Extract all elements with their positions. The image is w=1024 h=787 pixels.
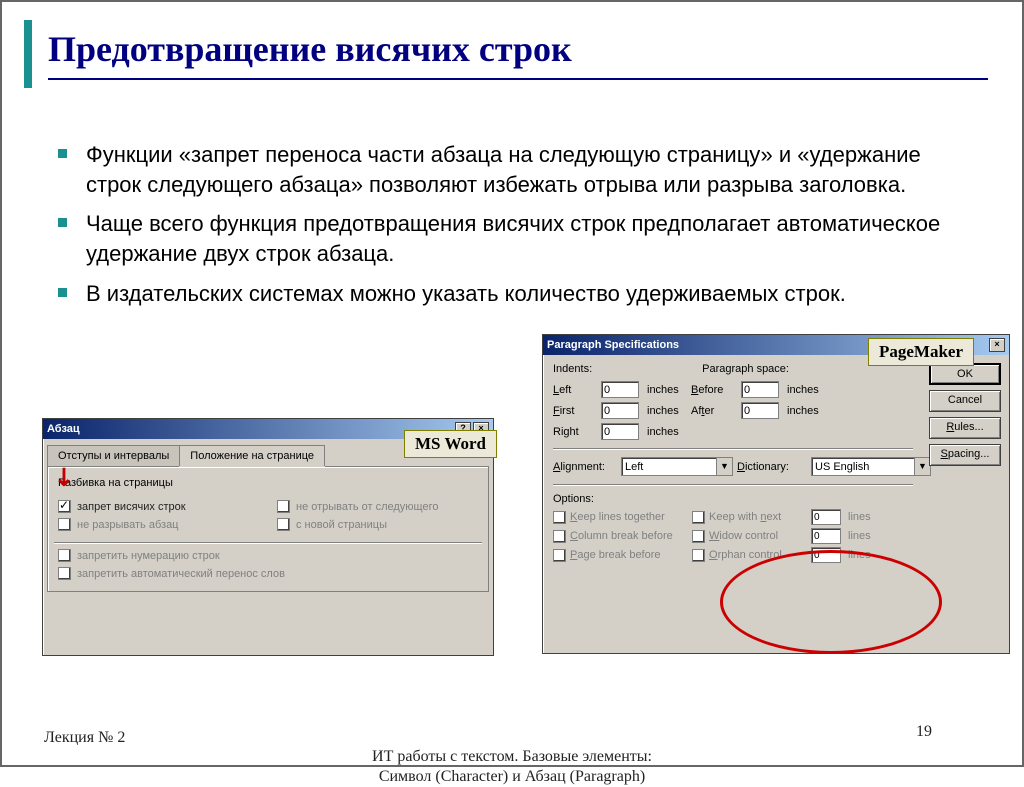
label-before: Before bbox=[691, 384, 741, 396]
checkbox-widow-control[interactable] bbox=[58, 500, 71, 513]
label-keep-lines-together: Keep lines together bbox=[570, 511, 690, 523]
input-first[interactable] bbox=[601, 402, 639, 419]
label-page-break-before: Page break before bbox=[570, 549, 690, 561]
footer-page-number: 19 bbox=[916, 723, 932, 741]
chevron-down-icon: ▼ bbox=[914, 458, 930, 475]
checkbox-no-hyphenation[interactable] bbox=[58, 567, 71, 580]
input-widow[interactable] bbox=[811, 528, 841, 544]
dialog-title: Paragraph Specifications bbox=[547, 339, 679, 351]
slide-title: Предотвращение висячих строк bbox=[48, 28, 572, 70]
divider bbox=[553, 484, 913, 485]
spacing-button[interactable]: Spacing... bbox=[929, 444, 1001, 466]
bullet-item: Чаще всего функция предотвращения висячи… bbox=[58, 209, 978, 268]
label-indents: Indents: bbox=[553, 363, 592, 375]
footer-left: Лекция № 2 bbox=[44, 729, 125, 747]
unit-inches: inches bbox=[787, 405, 831, 417]
tab-page-position[interactable]: Положение на странице bbox=[179, 445, 325, 466]
label-alignment: Alignment: bbox=[553, 461, 617, 473]
label-right: Right bbox=[553, 426, 601, 438]
input-before[interactable] bbox=[741, 381, 779, 398]
title-rule bbox=[48, 78, 988, 80]
label-widow-control: Widow control bbox=[709, 530, 809, 542]
label-options: Options: bbox=[553, 493, 913, 505]
label-first: First bbox=[553, 405, 601, 417]
footer-center: ИТ работы с текстом. Базовые элементы: С… bbox=[2, 747, 1022, 787]
rules-button[interactable]: Rules... bbox=[929, 417, 1001, 439]
unit-lines: lines bbox=[848, 530, 878, 542]
label-no-hyphenation: запретить автоматический перенос слов bbox=[77, 568, 285, 580]
checkbox-keep-lines-together[interactable] bbox=[553, 511, 566, 524]
unit-lines: lines bbox=[848, 511, 878, 523]
label-keep-together: не разрывать абзац bbox=[77, 519, 179, 531]
label-keep-with-next: не отрывать от следующего bbox=[296, 501, 438, 513]
bullet-item: В издательских системах можно указать ко… bbox=[58, 279, 978, 309]
label-keep-with-next: Keep with next bbox=[709, 511, 809, 523]
checkbox-keep-with-next[interactable] bbox=[277, 500, 290, 513]
combo-dictionary-value: US English bbox=[815, 461, 869, 473]
unit-inches: inches bbox=[647, 405, 691, 417]
combo-alignment[interactable]: Left ▼ bbox=[621, 457, 733, 476]
ok-button[interactable]: OK bbox=[929, 363, 1001, 385]
cancel-button[interactable]: Cancel bbox=[929, 390, 1001, 412]
label-after: After bbox=[691, 405, 741, 417]
label-column-break-before: Column break before bbox=[570, 530, 690, 542]
unit-inches: inches bbox=[787, 384, 831, 396]
label-left: Left bbox=[553, 384, 601, 396]
checkbox-widow-control[interactable] bbox=[692, 530, 705, 543]
checkbox-page-break-before[interactable] bbox=[277, 518, 290, 531]
divider bbox=[553, 448, 913, 449]
unit-inches: inches bbox=[647, 384, 691, 396]
combo-dictionary[interactable]: US English ▼ bbox=[811, 457, 931, 476]
group-pagination: Разбивка на страницы bbox=[58, 477, 482, 489]
bullet-item: Функции «запрет переноса части абзаца на… bbox=[58, 140, 978, 199]
accent-bar bbox=[24, 20, 32, 88]
input-after[interactable] bbox=[741, 402, 779, 419]
divider bbox=[54, 542, 482, 543]
input-left[interactable] bbox=[601, 381, 639, 398]
checkbox-column-break-before[interactable] bbox=[553, 530, 566, 543]
dialog-title: Абзац bbox=[47, 423, 80, 435]
bullet-list: Функции «запрет переноса части абзаца на… bbox=[58, 140, 978, 318]
checkbox-suppress-line-numbers[interactable] bbox=[58, 549, 71, 562]
unit-inches: inches bbox=[647, 426, 691, 438]
checkbox-orphan-control[interactable] bbox=[692, 549, 705, 562]
label-msword: MS Word bbox=[404, 430, 497, 458]
input-keep-with-next[interactable] bbox=[811, 509, 841, 525]
label-suppress-line-numbers: запретить нумерацию строк bbox=[77, 550, 220, 562]
chevron-down-icon: ▼ bbox=[716, 458, 732, 475]
checkbox-keep-together[interactable] bbox=[58, 518, 71, 531]
label-dictionary: Dictionary: bbox=[737, 461, 807, 473]
label-pagemaker: PageMaker bbox=[868, 338, 974, 366]
checkbox-page-break-before[interactable] bbox=[553, 549, 566, 562]
tab-pane: Разбивка на страницы запрет висячих стро… bbox=[47, 466, 489, 592]
combo-alignment-value: Left bbox=[625, 461, 643, 473]
label-widow-control: запрет висячих строк bbox=[77, 501, 186, 513]
input-right[interactable] bbox=[601, 423, 639, 440]
label-page-break-before: с новой страницы bbox=[296, 519, 387, 531]
checkbox-keep-with-next[interactable] bbox=[692, 511, 705, 524]
close-button[interactable]: × bbox=[989, 338, 1005, 352]
callout-circle bbox=[720, 550, 942, 654]
label-paragraph-space: Paragraph space: bbox=[702, 363, 789, 375]
